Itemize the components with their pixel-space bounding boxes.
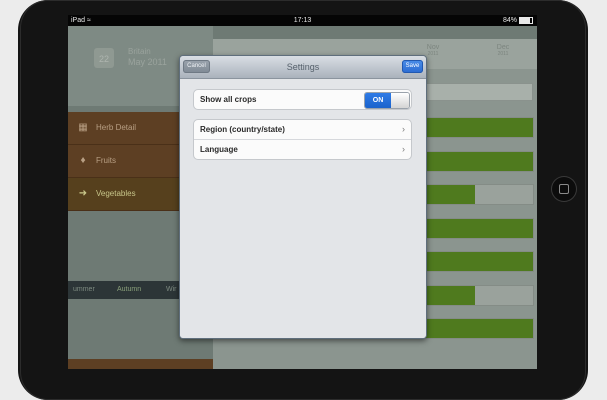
battery-icon bbox=[519, 17, 533, 24]
month-label: Nov bbox=[426, 44, 440, 51]
month-dec: Dec 2011 bbox=[488, 44, 518, 57]
month-label: Dec bbox=[496, 44, 510, 51]
show-all-crops-toggle[interactable]: ON bbox=[364, 92, 410, 109]
status-battery: 84% bbox=[503, 15, 533, 26]
chevron-right-icon: › bbox=[402, 144, 405, 154]
show-all-crops-label: Show all crops bbox=[200, 95, 257, 104]
date-month: May 2011 bbox=[128, 57, 167, 67]
region-label: Region (country/state) bbox=[200, 125, 285, 134]
show-all-crops-row: Show all crops ON bbox=[194, 90, 411, 109]
toggle-on-label: ON bbox=[365, 93, 391, 108]
language-row[interactable]: Language › bbox=[194, 140, 411, 159]
chevron-right-icon: › bbox=[402, 124, 405, 134]
save-button[interactable]: Save bbox=[402, 60, 423, 73]
home-button[interactable] bbox=[552, 177, 576, 201]
date-place: Britain bbox=[128, 47, 151, 56]
popover-title: Settings bbox=[286, 62, 320, 72]
category-label: Vegetables bbox=[96, 189, 136, 198]
pear-icon: ♦ bbox=[80, 155, 86, 166]
settings-list-group: Region (country/state) › Language › bbox=[193, 119, 412, 160]
category-label: Herb Detail bbox=[96, 123, 137, 132]
popover-navbar: Cancel Settings Save bbox=[180, 56, 426, 79]
sidebar-bottom-bar bbox=[68, 359, 213, 369]
season-autumn[interactable]: Autumn bbox=[117, 281, 141, 299]
settings-popover: Cancel Settings Save Show all crops ON R… bbox=[179, 55, 427, 339]
season-winter[interactable]: Wir bbox=[166, 281, 177, 299]
battery-percent: 84% bbox=[502, 17, 517, 24]
status-bar: iPad ≈ 17:13 84% bbox=[68, 15, 537, 26]
language-label: Language bbox=[200, 145, 238, 154]
toggle-knob bbox=[391, 93, 409, 108]
region-row[interactable]: Region (country/state) › bbox=[194, 120, 411, 139]
status-time: 17:13 bbox=[293, 17, 312, 24]
herb-icon: ▦ bbox=[78, 122, 88, 133]
popover-body: Show all crops ON Region (country/state)… bbox=[180, 79, 426, 338]
month-year: 2011 bbox=[497, 51, 509, 57]
carrot-icon: ➜ bbox=[78, 188, 88, 199]
category-label: Fruits bbox=[96, 156, 116, 165]
calendar-icon: 22 bbox=[94, 48, 114, 68]
season-summer[interactable]: ummer bbox=[73, 281, 95, 299]
show-all-crops-group: Show all crops ON bbox=[193, 89, 412, 110]
battery-level bbox=[520, 18, 531, 23]
